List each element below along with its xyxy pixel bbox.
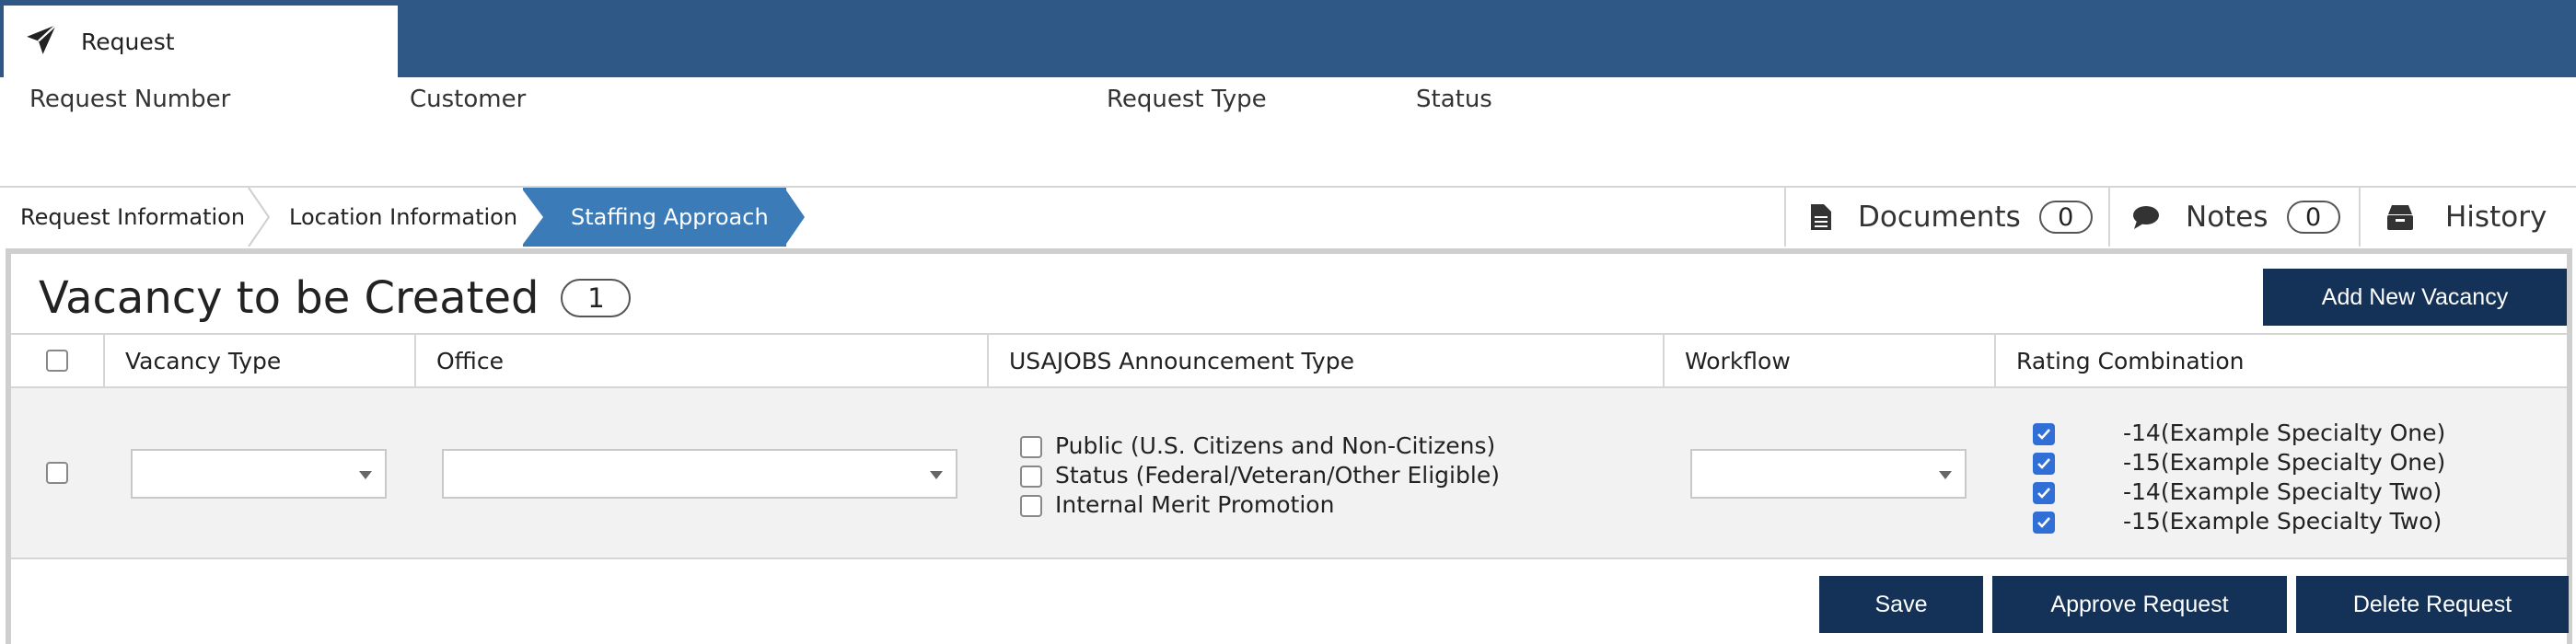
step-arrow-icon: [784, 188, 805, 247]
rating-combination-checkbox[interactable]: [2033, 482, 2055, 504]
office-select[interactable]: [442, 449, 957, 499]
archive-icon: [2387, 205, 2413, 230]
announcement-merit-checkbox[interactable]: [1020, 495, 1042, 517]
rating-combination-checkbox[interactable]: [2033, 423, 2055, 445]
step-location-information[interactable]: Location Information: [271, 188, 521, 247]
add-new-vacancy-button[interactable]: Add New Vacancy: [2263, 269, 2567, 326]
request-number-label: Request Number: [29, 86, 231, 113]
step-request-information[interactable]: Request Information: [0, 188, 250, 247]
step-breadcrumb: Request Information Location Information…: [0, 188, 810, 247]
rating-combination-label: -14(Example Specialty One): [2123, 420, 2446, 446]
rating-combination-label: -15(Example Specialty One): [2123, 449, 2446, 476]
announcement-merit-label: Internal Merit Promotion: [1055, 491, 1335, 518]
step-label: Request Information: [20, 204, 246, 230]
step-label: Staffing Approach: [571, 204, 769, 230]
rating-combination-label: -15(Example Specialty Two): [2123, 508, 2443, 535]
status-label: Status: [1416, 86, 1492, 113]
workflow-select[interactable]: [1690, 449, 1967, 499]
step-notch-icon: [521, 188, 543, 247]
chevron-down-icon: [1939, 471, 1952, 479]
notes-count-badge: 0: [2286, 201, 2340, 234]
save-button[interactable]: Save: [1819, 576, 1983, 633]
history-button[interactable]: History: [2359, 188, 2576, 247]
paper-plane-icon: [24, 22, 59, 61]
check-icon: [2037, 429, 2050, 440]
rating-combination-checkbox[interactable]: [2033, 453, 2055, 475]
step-separator-icon: [248, 188, 271, 247]
documents-count-badge: 0: [2038, 201, 2093, 234]
chevron-down-icon: [930, 471, 943, 479]
delete-request-button[interactable]: Delete Request: [2296, 576, 2569, 633]
history-label: History: [2445, 201, 2547, 234]
customer-label: Customer: [410, 86, 527, 113]
column-header-announcement-type: USAJOBS Announcement Type: [1009, 348, 1354, 374]
chevron-down-icon: [359, 471, 372, 479]
check-icon: [2037, 458, 2050, 469]
vacancy-count-badge: 1: [561, 279, 632, 317]
document-icon: [1811, 204, 1831, 230]
select-all-checkbox[interactable]: [46, 350, 68, 372]
row-select-checkbox[interactable]: [46, 462, 68, 484]
notes-label: Notes: [2186, 201, 2269, 234]
vacancy-panel: Vacancy to be Created 1 Add New Vacancy …: [6, 248, 2572, 644]
announcement-public-checkbox[interactable]: [1020, 436, 1042, 458]
table-row: Public (U.S. Citizens and Non-Citizens) …: [11, 388, 2567, 559]
column-header-vacancy-type: Vacancy Type: [125, 348, 282, 374]
panel-title: Vacancy to be Created 1: [39, 272, 632, 324]
step-staffing-approach[interactable]: Staffing Approach: [523, 188, 786, 247]
rating-combination-label: -14(Example Specialty Two): [2123, 478, 2443, 505]
check-icon: [2037, 517, 2050, 528]
documents-label: Documents: [1858, 201, 2021, 234]
vacancy-type-select[interactable]: [131, 449, 387, 499]
column-header-office: Office: [436, 348, 504, 374]
announcement-status-checkbox[interactable]: [1020, 466, 1042, 488]
check-icon: [2037, 488, 2050, 499]
announcement-status-label: Status (Federal/Veteran/Other Eligible): [1055, 462, 1500, 489]
request-type-label: Request Type: [1107, 86, 1267, 113]
approve-request-button[interactable]: Approve Request: [1992, 576, 2287, 633]
panel-title-text: Vacancy to be Created: [39, 272, 540, 324]
tab-request-label: Request: [81, 28, 175, 55]
notes-button[interactable]: Notes 0: [2108, 188, 2359, 247]
comment-icon: [2133, 206, 2159, 229]
column-header-rating-combination: Rating Combination: [2016, 348, 2245, 374]
column-header-workflow: Workflow: [1685, 348, 1791, 374]
documents-button[interactable]: Documents 0: [1784, 188, 2108, 247]
tab-request[interactable]: Request: [4, 6, 398, 77]
step-label: Location Information: [289, 204, 518, 230]
rating-combination-checkbox[interactable]: [2033, 512, 2055, 534]
table-header: Vacancy Type Office USAJOBS Announcement…: [11, 333, 2567, 388]
announcement-public-label: Public (U.S. Citizens and Non-Citizens): [1055, 432, 1496, 459]
